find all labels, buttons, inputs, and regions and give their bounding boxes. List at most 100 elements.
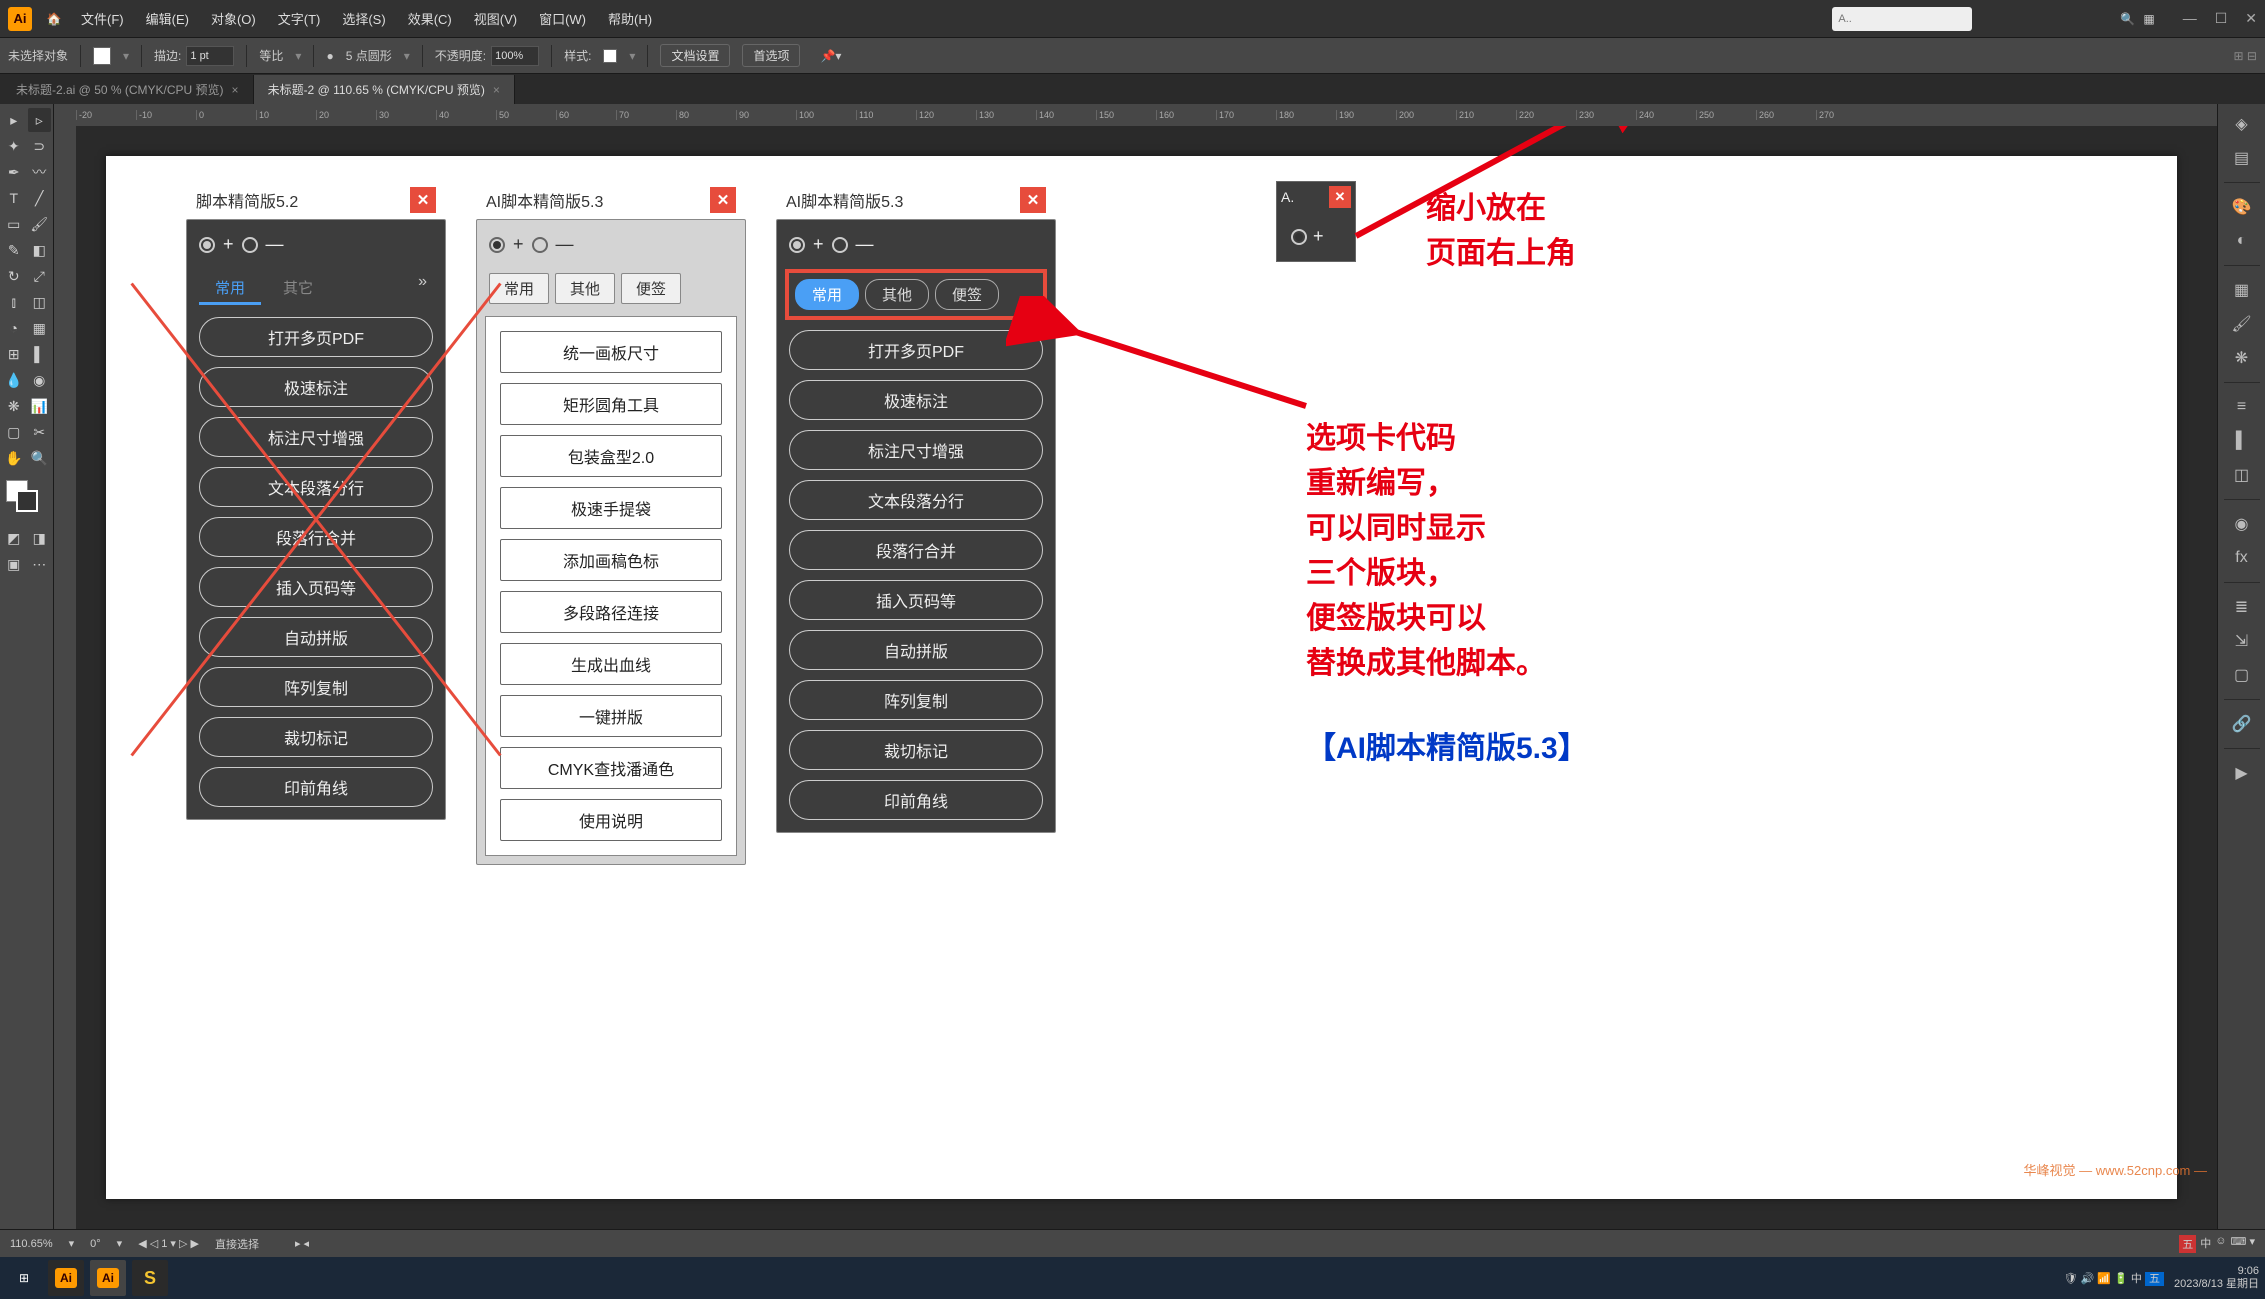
script-item[interactable]: 一键拼版 [500,695,722,737]
properties-icon[interactable]: ◈ [2228,110,2256,138]
menu-edit[interactable]: 编辑(E) [146,9,189,28]
prefs-button[interactable]: 首选项 [742,44,800,67]
menu-help[interactable]: 帮助(H) [608,9,652,28]
script-item[interactable]: 自动拼版 [199,617,433,657]
search-input[interactable]: A.. [1832,7,1972,31]
script-item[interactable]: 生成出血线 [500,643,722,685]
lasso-tool[interactable]: ⊃ [28,134,52,158]
script-item[interactable]: 极速手提袋 [500,487,722,529]
start-button[interactable]: ⊞ [6,1260,42,1296]
radio-on[interactable] [1291,229,1307,245]
home-icon[interactable]: 🏠 [42,7,66,31]
line-tool[interactable]: ╱ [28,186,52,210]
color-guide-icon[interactable]: ◐ [2228,227,2256,255]
tray-icons[interactable]: 🛡 🔊 📶 🔋 中 五 [2064,1270,2164,1286]
actions-icon[interactable]: ▶ [2228,759,2256,787]
ime-tray[interactable]: 五 中 ☺ ⌨ ▾ [2179,1235,2255,1253]
script-item[interactable]: 阵列复制 [199,667,433,707]
stroke-input[interactable] [186,46,234,66]
script-item[interactable]: 文本段落分行 [789,480,1043,520]
graphic-styles-icon[interactable]: fx [2228,544,2256,572]
radio-off[interactable] [242,237,258,253]
libraries-icon[interactable]: ▤ [2228,144,2256,172]
script-item[interactable]: 印前角线 [789,780,1043,820]
taskbar-app-ai-2[interactable]: Ai [90,1260,126,1296]
gradient-mode-icon[interactable]: ◨ [28,526,52,550]
clock[interactable]: 9:062023/8/13 星期日 [2174,1265,2259,1291]
tab-doc-1[interactable]: 未标题-2.ai @ 50 % (CMYK/CPU 预览)× [2,75,254,104]
layers-icon[interactable]: ≣ [2228,593,2256,621]
gradient-icon[interactable]: ▌ [2228,427,2256,455]
hand-tool[interactable]: ✋ [2,446,26,470]
direct-selection-tool[interactable]: ▹ [28,108,52,132]
magic-wand-tool[interactable]: ✦ [2,134,26,158]
brush-label[interactable]: 5 点圆形 [346,47,392,64]
close-button[interactable]: ✕ [710,187,736,213]
tab-other[interactable]: 其它 [267,273,329,305]
menu-text[interactable]: 文字(T) [278,9,321,28]
script-item[interactable]: 插入页码等 [199,567,433,607]
stroke-icon[interactable]: ≡ [2228,393,2256,421]
close-icon[interactable]: × [232,83,239,97]
close-icon[interactable]: × [493,83,500,97]
width-tool[interactable]: ⫾ [2,290,26,314]
color-icon[interactable]: 🎨 [2228,193,2256,221]
rectangle-tool[interactable]: ▭ [2,212,26,236]
close-button[interactable]: ✕ [1329,186,1351,208]
graph-tool[interactable]: 📊 [28,394,52,418]
script-item[interactable]: 添加画稿色标 [500,539,722,581]
script-item[interactable]: 段落行合并 [789,530,1043,570]
free-transform-tool[interactable]: ◫ [28,290,52,314]
menu-file[interactable]: 文件(F) [81,9,124,28]
script-item[interactable]: 插入页码等 [789,580,1043,620]
tab-common[interactable]: 常用 [199,273,261,305]
taskbar-app-s[interactable]: S [132,1260,168,1296]
radio-off[interactable] [532,237,548,253]
radio-on[interactable] [789,237,805,253]
symbol-tool[interactable]: ❋ [2,394,26,418]
script-item[interactable]: 矩形圆角工具 [500,383,722,425]
color-picker[interactable] [2,480,51,516]
menu-window[interactable]: 窗口(W) [539,9,586,28]
slice-tool[interactable]: ✂ [28,420,52,444]
appearance-icon[interactable]: ◉ [2228,510,2256,538]
artboard-area[interactable]: 脚本精简版5.2✕ +— 常用其它» 打开多页PDF 极速标注 标注尺寸增强 文… [76,126,2217,1229]
rotate-tool[interactable]: ↻ [2,264,26,288]
radio-on[interactable] [489,237,505,253]
brushes-icon[interactable]: 🖌 [2228,310,2256,338]
transparency-icon[interactable]: ◫ [2228,461,2256,489]
script-item[interactable]: 裁切标记 [789,730,1043,770]
tab-doc-2[interactable]: 未标题-2 @ 110.65 % (CMYK/CPU 预览)× [254,75,515,104]
search-icon[interactable]: 🔍 [2120,12,2135,26]
fill-swatch[interactable] [93,47,111,65]
close-button[interactable]: ✕ [1020,187,1046,213]
tab-notes[interactable]: 便签 [621,273,681,304]
style-swatch[interactable] [603,49,617,63]
artboard-nav[interactable]: ◀ ◁ 1 ▾ ▷ ▶ [138,1237,199,1250]
close-button[interactable]: ✕ [410,187,436,213]
script-item[interactable]: 标注尺寸增强 [789,430,1043,470]
scale-tool[interactable]: ⤢ [28,264,52,288]
minimize-icon[interactable]: — [2183,10,2197,27]
menu-object[interactable]: 对象(O) [211,9,256,28]
swatches-icon[interactable]: ▦ [2228,276,2256,304]
arrange-icon[interactable]: ▦ [2143,12,2154,26]
script-item[interactable]: 打开多页PDF [789,330,1043,370]
eyedropper-tool[interactable]: 💧 [2,368,26,392]
mesh-tool[interactable]: ⊞ [2,342,26,366]
selection-tool[interactable]: ▸ [2,108,26,132]
menu-view[interactable]: 视图(V) [474,9,517,28]
links-icon[interactable]: 🔗 [2228,710,2256,738]
script-item[interactable]: 裁切标记 [199,717,433,757]
script-item[interactable]: 印前角线 [199,767,433,807]
script-item[interactable]: 阵列复制 [789,680,1043,720]
rotate-angle[interactable]: 0° [90,1238,101,1250]
asset-export-icon[interactable]: ⇲ [2228,627,2256,655]
uniform-label[interactable]: 等比 [259,47,283,64]
script-item[interactable]: 打开多页PDF [199,317,433,357]
brush-tool[interactable]: 🖌 [28,212,52,236]
menu-effect[interactable]: 效果(C) [408,9,452,28]
script-item[interactable]: 统一画板尺寸 [500,331,722,373]
tab-other[interactable]: 其他 [555,273,615,304]
pin-icon[interactable]: 📌▾ [820,49,841,63]
